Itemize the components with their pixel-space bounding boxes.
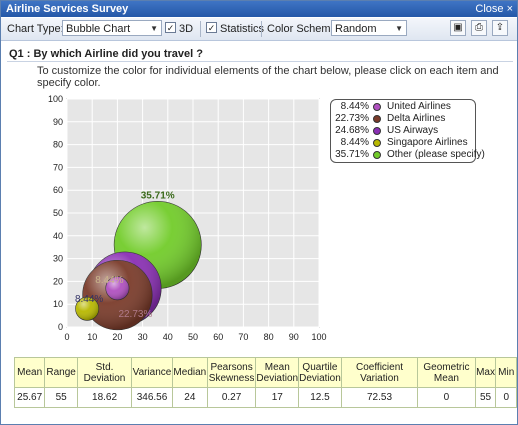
y-tick-label: 100 — [48, 94, 63, 104]
legend-percent: 22.73% — [335, 113, 369, 124]
y-tick-label: 60 — [53, 185, 63, 195]
data-label: 8.44% — [95, 275, 123, 286]
stat-header: Median — [171, 357, 208, 388]
statistics-table: Mean Range Std. Deviation Variance Median Pea… — [13, 357, 517, 408]
legend-swatch[interactable] — [373, 139, 381, 147]
stat-header: Quartile Deviation — [298, 357, 342, 388]
legend-item[interactable]: 8.44% Singapore Airlines — [331, 137, 475, 149]
stat-header: Min — [495, 357, 517, 388]
data-label: 8.44% — [75, 294, 103, 305]
x-tick-label: 80 — [264, 332, 274, 342]
stat-value: 0 — [495, 387, 517, 408]
stat-value: 55 — [474, 387, 497, 408]
x-tick-label: 100 — [311, 332, 326, 342]
stat-header: Variance — [131, 357, 173, 388]
data-label: 35.71% — [141, 190, 175, 201]
stat-header: Max — [474, 357, 497, 388]
y-tick-label: 40 — [53, 231, 63, 241]
legend-percent: 35.71% — [335, 149, 369, 160]
stat-header: Mean Deviation — [255, 357, 300, 388]
legend-swatch[interactable] — [373, 103, 381, 111]
y-tick-label: 80 — [53, 140, 63, 150]
x-tick-label: 50 — [188, 332, 198, 342]
x-tick-label: 70 — [238, 332, 248, 342]
stat-value: 18.62 — [76, 387, 133, 408]
stat-value: 17 — [255, 387, 300, 408]
legend-swatch[interactable] — [373, 151, 381, 159]
stat-value: 25.67 — [13, 387, 46, 408]
legend-label: Singapore Airlines — [387, 137, 468, 148]
x-tick-label: 20 — [112, 332, 122, 342]
legend-label: Delta Airlines — [387, 113, 446, 124]
stat-header: Std. Deviation — [76, 357, 133, 388]
survey-window: Airline Services Survey Close × Chart Ty… — [0, 0, 518, 425]
legend-percent: 8.44% — [340, 137, 369, 148]
stat-header: Pearsons Skewness — [206, 357, 257, 388]
legend-swatch[interactable] — [373, 115, 381, 123]
bubble-chart: 0 10 20 30 40 50 60 70 80 90 100 0 10 20 30 40 50 60 70 80 9… — [48, 94, 327, 342]
stat-value: 72.53 — [340, 387, 419, 408]
legend-item[interactable]: 22.73% Delta Airlines — [331, 113, 475, 125]
legend-label: United Airlines — [387, 101, 451, 112]
stat-value: 0 — [417, 387, 476, 408]
legend-item[interactable]: 24.68% US Airways — [331, 125, 475, 137]
legend-item[interactable]: 8.44% United Airlines — [331, 101, 475, 113]
x-tick-label: 30 — [138, 332, 148, 342]
legend-item[interactable]: 35.71% Other (please specify) — [331, 149, 485, 161]
legend-percent: 8.44% — [340, 101, 369, 112]
x-tick-label: 60 — [213, 332, 223, 342]
stat-value: 24 — [171, 387, 208, 408]
stat-header: Range — [44, 357, 78, 388]
legend-swatch[interactable] — [373, 127, 381, 135]
y-tick-label: 0 — [58, 322, 63, 332]
stat-header: Coefficient Variation — [340, 357, 419, 388]
legend-percent: 24.68% — [335, 125, 369, 136]
stat-value: 55 — [44, 387, 78, 408]
stat-header: Geometric Mean — [417, 357, 476, 388]
y-tick-label: 50 — [53, 208, 63, 218]
y-tick-label: 90 — [53, 117, 63, 127]
y-tick-label: 70 — [53, 162, 63, 172]
stat-value: 346.56 — [131, 387, 173, 408]
y-tick-label: 20 — [53, 276, 63, 286]
x-tick-label: 0 — [64, 332, 69, 342]
x-tick-label: 40 — [163, 332, 173, 342]
stat-header: Mean — [13, 357, 46, 388]
stat-value: 0.27 — [206, 387, 257, 408]
legend-label: Other (please specify) — [387, 149, 485, 160]
chart-legend: 8.44% United Airlines 22.73% Delta Airlines… — [330, 99, 485, 163]
x-tick-label: 90 — [289, 332, 299, 342]
y-tick-label: 10 — [53, 299, 63, 309]
legend-label: US Airways — [387, 125, 439, 136]
y-tick-label: 30 — [53, 254, 63, 264]
stat-value: 12.5 — [298, 387, 342, 408]
data-label: 22.73% — [118, 309, 152, 320]
x-tick-label: 10 — [87, 332, 97, 342]
